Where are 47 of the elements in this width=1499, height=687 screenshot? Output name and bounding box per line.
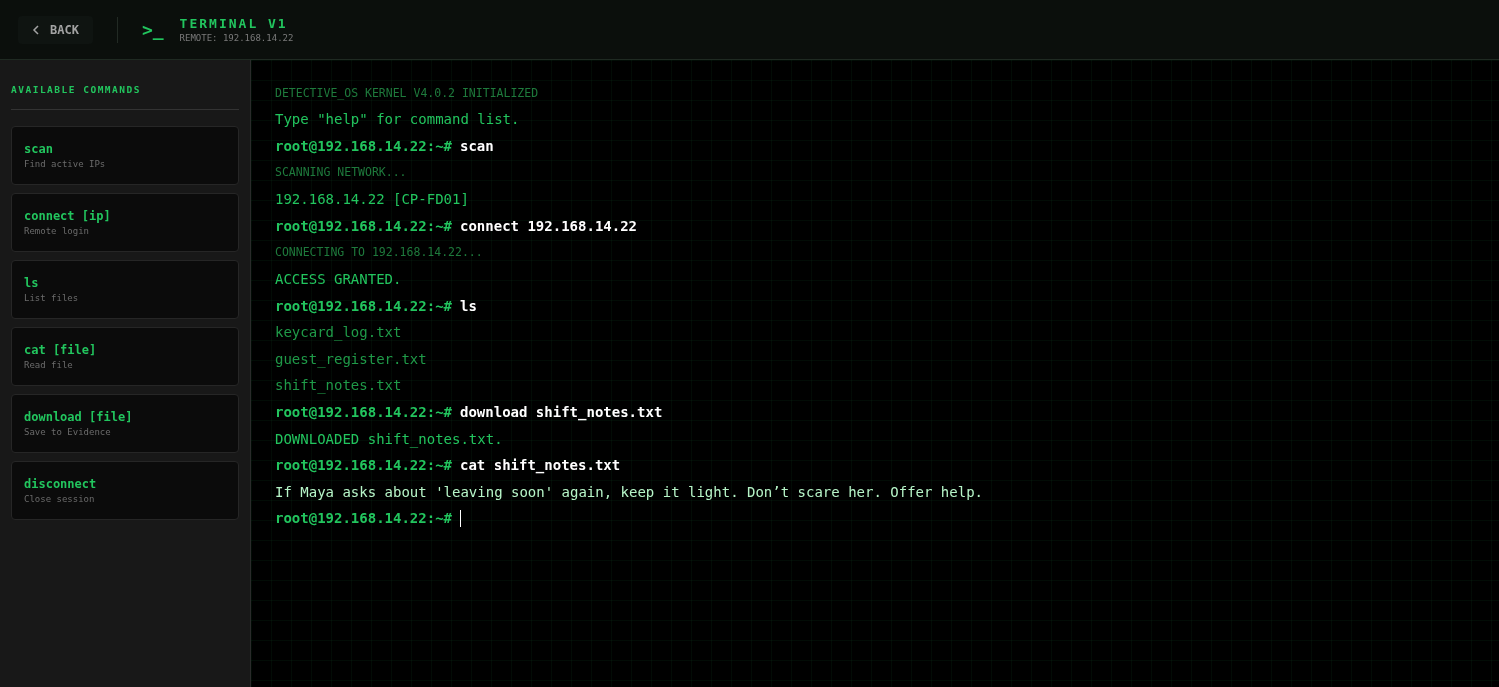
command-description: Close session — [24, 493, 96, 506]
command-name: download [file] — [24, 409, 134, 426]
prompt: root@192.168.14.22:~# — [275, 509, 452, 529]
system-message: CONNECTING TO 192.168.14.22... — [275, 244, 483, 262]
prompt: root@192.168.14.22:~# — [275, 137, 452, 156]
chevron-left-icon — [32, 24, 40, 35]
command-text: download shift_notes.txt — [460, 402, 663, 423]
command-text: connect 192.168.14.22 — [460, 216, 638, 236]
command-card[interactable]: download [file] Save to Evidence — [11, 394, 239, 453]
command-description: Find active IPs — [24, 158, 107, 171]
command-card[interactable]: disconnect Close session — [11, 461, 239, 520]
command-card[interactable]: connect [ip] Remote login — [11, 193, 239, 252]
command-card[interactable]: scan Find active IPs — [11, 126, 239, 185]
command-card[interactable]: ls List files — [11, 260, 239, 319]
file-name: guest_register.txt — [275, 349, 427, 370]
file-name: shift_notes.txt — [275, 376, 402, 396]
info-message: 192.168.14.22 [CP-FD01] — [275, 190, 469, 210]
info-message: Type "help" for command list. — [275, 110, 520, 130]
command-card[interactable]: cat [file] Read file — [11, 327, 239, 386]
command-description: Remote login — [24, 225, 91, 238]
command-name: connect [ip] — [24, 208, 112, 225]
command-text: cat shift_notes.txt — [460, 456, 621, 476]
command-description: Save to Evidence — [24, 426, 112, 439]
command-name: cat [file] — [24, 342, 98, 359]
terminal-prompt-glyph: >_ — [141, 18, 164, 42]
prompt: root@192.168.14.22:~# — [275, 216, 452, 236]
command-name: scan — [24, 141, 54, 158]
system-message: DETECTIVE_OS KERNEL V4.0.2 INITIALIZED — [275, 84, 539, 102]
info-message: ACCESS GRANTED. — [275, 269, 402, 289]
sidebar-heading: AVAILABLE COMMANDS — [11, 84, 141, 95]
prompt: root@192.168.14.22:~# — [275, 456, 452, 476]
command-description: Read file — [24, 359, 74, 372]
command-text: scan — [460, 137, 494, 156]
file-name: keycard_log.txt — [275, 323, 402, 343]
command-name: disconnect — [24, 476, 98, 493]
command-description: List files — [24, 292, 80, 305]
prompt: root@192.168.14.22:~# — [275, 296, 452, 316]
remote-address: REMOTE: 192.168.14.22 — [179, 31, 294, 45]
command-name: ls — [24, 275, 40, 292]
app-title: TERMINAL V1 — [179, 14, 289, 32]
info-message: DOWNLOADED shift_notes.txt. — [275, 429, 503, 450]
back-button[interactable]: BACK — [18, 15, 93, 44]
file-content: If Maya asks about 'leaving soon' again, keep it light. Don’t scare her. Offer help. — [275, 482, 983, 502]
system-message: SCANNING NETWORK... — [275, 164, 407, 182]
text-cursor[interactable] — [460, 510, 461, 528]
command-text: ls — [460, 296, 477, 316]
prompt: root@192.168.14.22:~# — [275, 402, 452, 422]
